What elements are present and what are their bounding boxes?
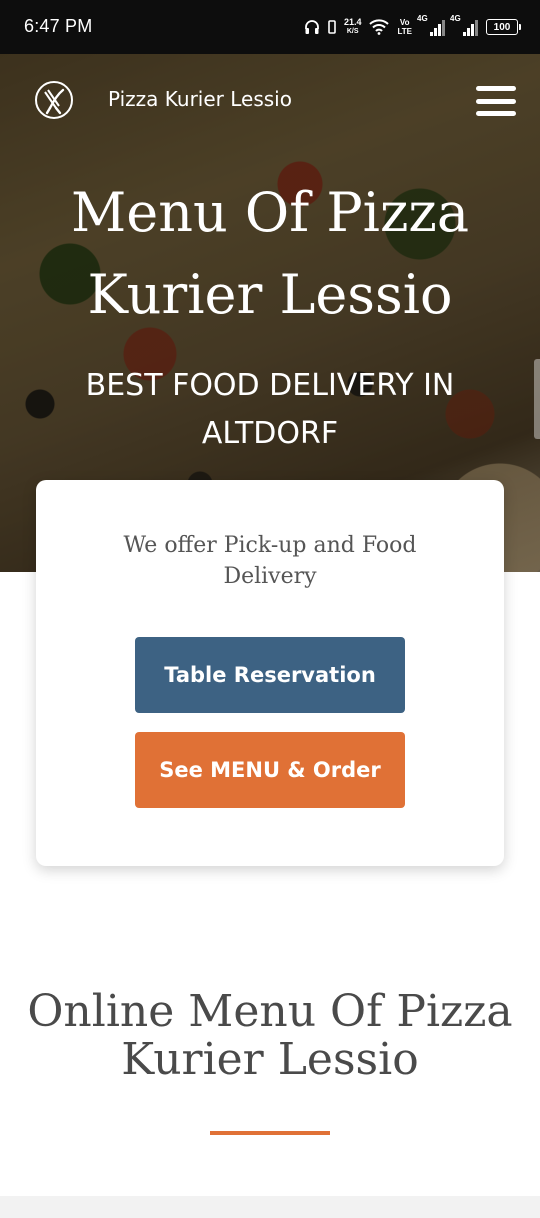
wifi-icon xyxy=(369,19,390,35)
section-divider xyxy=(210,1131,330,1135)
bottom-band xyxy=(0,1196,540,1218)
side-tab-handle[interactable] xyxy=(534,359,540,439)
signal-icon: 4G xyxy=(417,14,445,36)
table-reservation-button[interactable]: Table Reservation xyxy=(135,637,405,713)
hero-title: Menu Of Pizza Kurier Lessio xyxy=(0,172,540,336)
battery-level: 100 xyxy=(493,21,511,33)
sim2-type: 4G xyxy=(450,14,461,23)
battery-icon: 100 xyxy=(486,19,521,35)
section-title-line2: Kurier Lessio xyxy=(121,1034,419,1085)
hero-subtitle-line2: ALTDORF xyxy=(201,416,339,451)
vibrate-icon xyxy=(328,20,336,34)
hero-title-line2: Kurier Lessio xyxy=(87,263,453,326)
see-menu-order-button[interactable]: See MENU & Order xyxy=(135,732,405,808)
sim1-type: 4G xyxy=(417,14,428,23)
hero-subtitle-line1: BEST FOOD DELIVERY IN xyxy=(85,368,455,403)
status-bar: 6:47 PM 21.4 K/S Vo LTE 4G 4G 100 xyxy=(0,0,540,54)
section-title: Online Menu Of Pizza Kurier Lessio xyxy=(0,988,540,1084)
section-title-line1: Online Menu Of Pizza xyxy=(27,986,513,1037)
network-speed: 21.4 K/S xyxy=(344,18,362,36)
headphones-icon xyxy=(305,20,319,34)
fork-knife-icon[interactable] xyxy=(34,80,74,120)
signal-icon-sim2: 4G xyxy=(450,14,478,36)
hero-title-line1: Menu Of Pizza xyxy=(70,181,470,244)
service-card: We offer Pick-up and Food Delivery Table… xyxy=(36,480,504,866)
hamburger-menu-icon[interactable] xyxy=(476,86,516,116)
status-time: 6:47 PM xyxy=(24,16,93,36)
volte-indicator: Vo LTE xyxy=(397,18,412,36)
service-description: We offer Pick-up and Food Delivery xyxy=(123,533,417,589)
volte-bottom: LTE xyxy=(397,27,412,36)
status-icons: 21.4 K/S Vo LTE 4G 4G 100 xyxy=(304,14,521,40)
network-speed-unit: K/S xyxy=(346,28,359,35)
brand-name[interactable]: Pizza Kurier Lessio xyxy=(108,87,292,111)
volte-top: Vo xyxy=(399,18,410,27)
hero-subtitle: BEST FOOD DELIVERY IN ALTDORF xyxy=(40,362,500,458)
network-speed-value: 21.4 xyxy=(343,17,362,27)
